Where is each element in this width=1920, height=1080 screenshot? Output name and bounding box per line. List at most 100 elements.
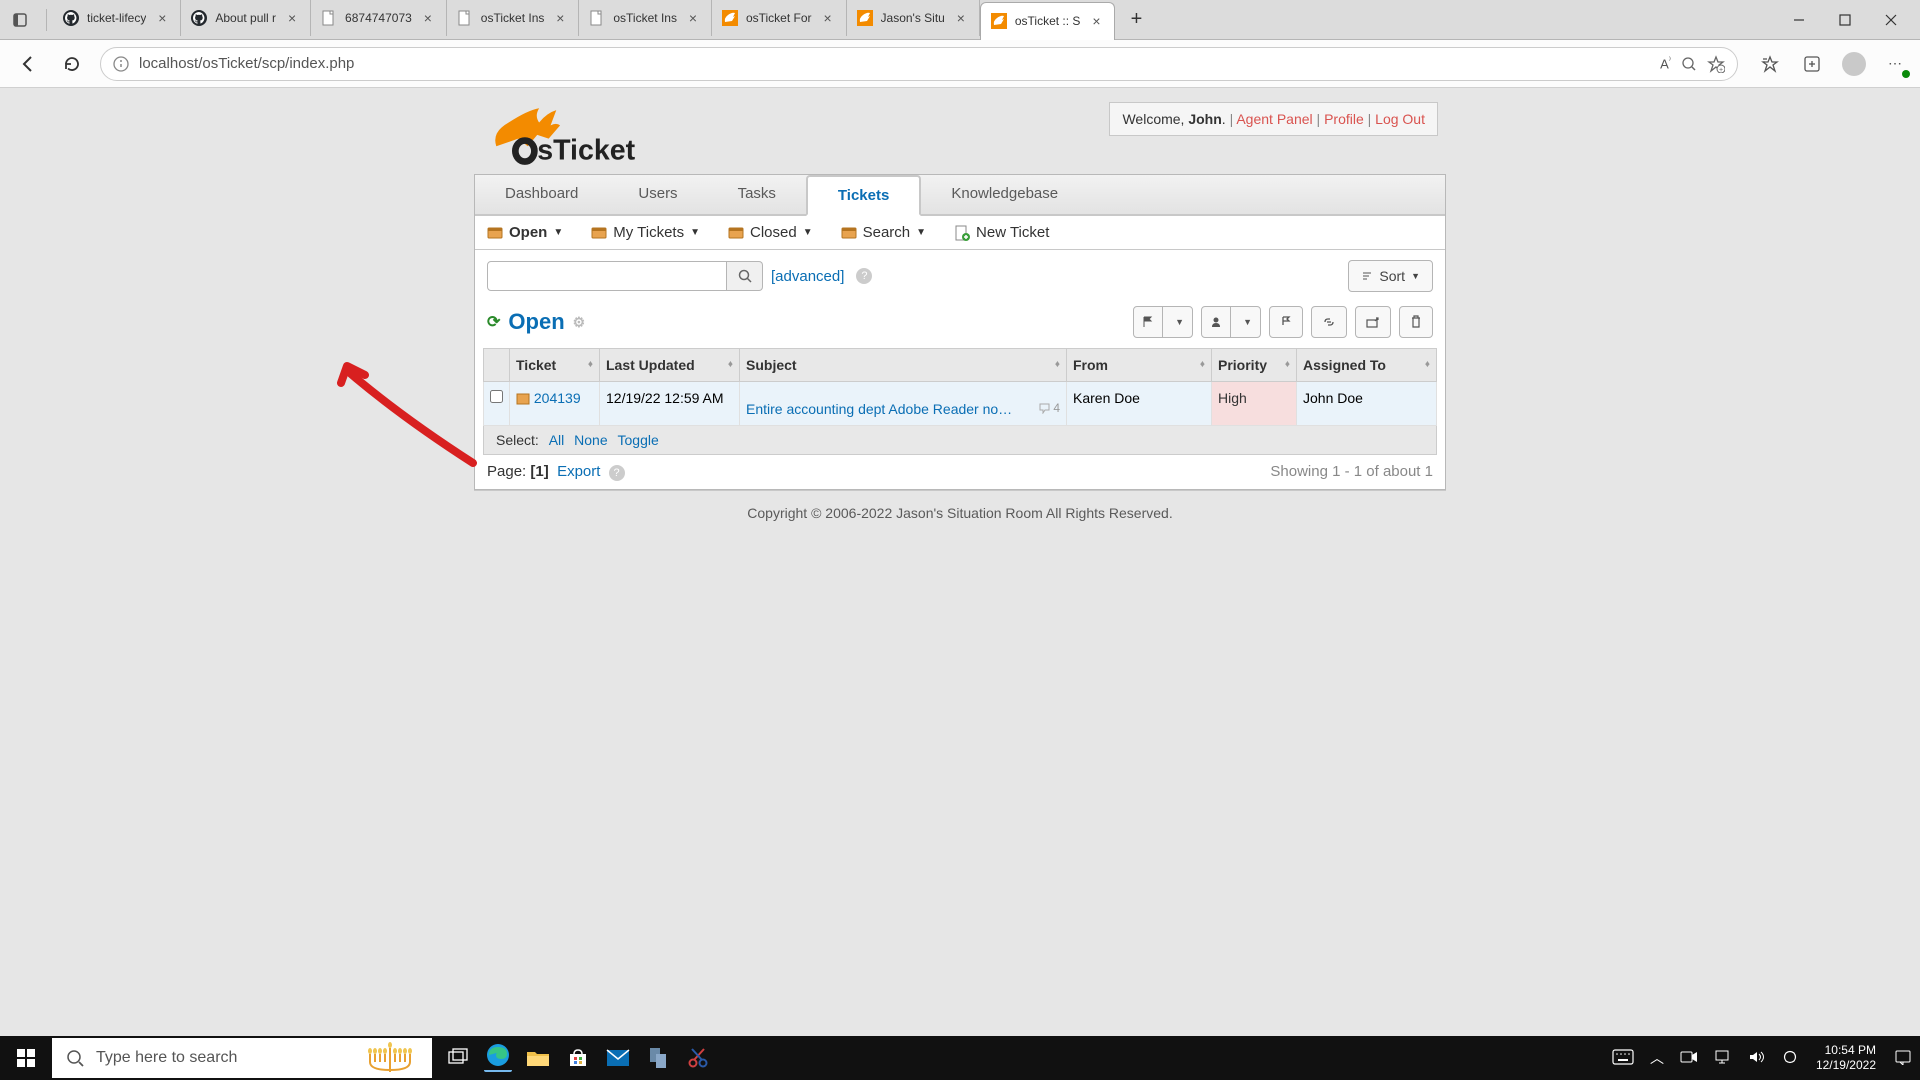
tab-close-button[interactable]: ×	[154, 10, 170, 26]
agent-panel-link[interactable]: Agent Panel	[1236, 111, 1312, 127]
explorer-app-icon[interactable]	[524, 1044, 552, 1072]
browser-tab[interactable]: osTicket Ins×	[447, 0, 580, 36]
help-icon[interactable]: ?	[609, 465, 625, 481]
meet-now-icon[interactable]	[1672, 1050, 1706, 1067]
tab-close-button[interactable]: ×	[1088, 13, 1104, 29]
profile-link[interactable]: Profile	[1324, 111, 1364, 127]
subtab-newticket[interactable]: New Ticket	[954, 224, 1049, 241]
site-info-icon[interactable]	[113, 56, 129, 72]
table-row[interactable]: 204139 12/19/22 12:59 AM 4 Entire accoun…	[484, 382, 1437, 426]
gear-icon[interactable]: ⚙	[573, 314, 586, 331]
ticket-subject-link[interactable]: Entire accounting dept Adobe Reader no…	[746, 401, 1012, 417]
ticket-search-input[interactable]	[487, 261, 727, 291]
tab-close-button[interactable]: ×	[953, 10, 969, 26]
browser-tab[interactable]: osTicket For×	[712, 0, 847, 36]
main-tab-users[interactable]: Users	[608, 175, 707, 214]
volume-icon[interactable]	[1740, 1049, 1774, 1068]
main-tab-knowledgebase[interactable]: Knowledgebase	[921, 175, 1088, 214]
tab-actions-icon[interactable]	[6, 6, 34, 34]
browser-tab[interactable]: 6874747073×	[311, 0, 447, 36]
subtab-closed[interactable]: Closed ▼	[728, 224, 813, 241]
subtab-mytickets[interactable]: My Tickets ▼	[591, 224, 700, 241]
merge-button[interactable]	[1311, 306, 1347, 338]
read-aloud-icon[interactable]: A⁾	[1660, 55, 1671, 71]
transfer-button[interactable]	[1269, 306, 1303, 338]
mail-app-icon[interactable]	[604, 1044, 632, 1072]
help-icon[interactable]: ?	[856, 268, 872, 284]
browser-toolbar: localhost/osTicket/scp/index.php A⁾ + ⋯	[0, 40, 1920, 88]
app-icon[interactable]	[644, 1044, 672, 1072]
browser-back-button[interactable]	[12, 48, 44, 80]
caret-down-icon: ▼	[916, 227, 926, 238]
select-none-link[interactable]: None	[574, 432, 607, 448]
browser-menu-button[interactable]: ⋯	[1884, 52, 1908, 76]
refresh-icon[interactable]: ⟳	[487, 312, 500, 332]
assign-button[interactable]: ▼	[1201, 306, 1261, 338]
welcome-name: John	[1188, 111, 1221, 127]
transfer-icon	[1280, 315, 1292, 329]
tab-close-button[interactable]: ×	[685, 10, 701, 26]
network-icon[interactable]	[1706, 1049, 1740, 1068]
advanced-search-link[interactable]: [advanced]	[771, 268, 844, 285]
row-checkbox[interactable]	[490, 390, 503, 403]
tab-close-button[interactable]: ×	[552, 10, 568, 26]
window-minimize-button[interactable]	[1776, 4, 1822, 36]
favorites-icon[interactable]	[1758, 52, 1782, 76]
profile-button[interactable]	[1842, 52, 1866, 76]
cell-assigned: John Doe	[1297, 382, 1437, 426]
taskbar-clock[interactable]: 10:54 PM 12/19/2022	[1806, 1043, 1886, 1073]
favorite-star-icon[interactable]: +	[1707, 55, 1725, 73]
search-icon	[738, 269, 752, 283]
browser-tab[interactable]: Jason's Situ×	[847, 0, 980, 36]
browser-tab[interactable]: About pull r×	[181, 0, 311, 36]
browser-tabbar: ticket-lifecy×About pull r×6874747073×os…	[0, 0, 1920, 40]
main-tab-tasks[interactable]: Tasks	[708, 175, 806, 214]
taskbar-search[interactable]: Type here to search	[52, 1038, 432, 1078]
ticket-number-link[interactable]: 204139	[534, 390, 581, 406]
main-tab-dashboard[interactable]: Dashboard	[475, 175, 608, 214]
trash-icon	[1410, 315, 1422, 329]
start-button[interactable]	[0, 1036, 52, 1080]
tray-app-icon[interactable]	[1774, 1049, 1806, 1068]
input-indicator-icon[interactable]	[1604, 1049, 1642, 1068]
taskview-button[interactable]	[444, 1044, 472, 1072]
select-toggle-link[interactable]: Toggle	[618, 432, 659, 448]
export-button[interactable]	[1355, 306, 1391, 338]
tab-title: osTicket :: S	[1015, 14, 1081, 28]
address-bar[interactable]: localhost/osTicket/scp/index.php A⁾ +	[100, 47, 1738, 81]
flag-button[interactable]: ▼	[1133, 306, 1193, 338]
main-tab-tickets[interactable]: Tickets	[806, 175, 921, 216]
delete-button[interactable]	[1399, 306, 1433, 338]
ticket-search-button[interactable]	[727, 261, 763, 291]
welcome-prefix: Welcome,	[1122, 111, 1188, 127]
subtab-search[interactable]: Search ▼	[841, 224, 926, 241]
store-app-icon[interactable]	[564, 1044, 592, 1072]
browser-tab[interactable]: ticket-lifecy×	[53, 0, 181, 36]
browser-tab[interactable]: osTicket Ins×	[579, 0, 712, 36]
snip-app-icon[interactable]	[684, 1044, 712, 1072]
browser-tab[interactable]: osTicket :: S ×	[980, 2, 1116, 40]
zoom-icon[interactable]	[1681, 56, 1697, 72]
caret-down-icon: ▼	[1411, 271, 1420, 281]
tab-close-button[interactable]: ×	[284, 10, 300, 26]
caret-down-icon: ▼	[553, 227, 563, 238]
tray-chevron-icon[interactable]: ︿	[1642, 1048, 1672, 1068]
select-all-link[interactable]: All	[549, 432, 565, 448]
new-tab-button[interactable]: +	[1121, 5, 1151, 35]
collections-icon[interactable]	[1800, 52, 1824, 76]
tab-close-button[interactable]: ×	[420, 10, 436, 26]
sort-button[interactable]: Sort ▼	[1348, 260, 1433, 292]
window-maximize-button[interactable]	[1822, 4, 1868, 36]
edge-app-icon[interactable]	[484, 1044, 512, 1072]
tab-close-button[interactable]: ×	[820, 10, 836, 26]
subtab-open[interactable]: Open ▼	[487, 224, 563, 241]
queue-title: ⟳ Open ⚙	[487, 309, 585, 335]
export-link[interactable]: Export	[557, 463, 600, 480]
logout-link[interactable]: Log Out	[1375, 111, 1425, 127]
flag-icon	[1142, 316, 1154, 328]
osticket-logo[interactable]: sTicket	[482, 98, 682, 166]
window-close-button[interactable]	[1868, 4, 1914, 36]
browser-refresh-button[interactable]	[56, 48, 88, 80]
notifications-icon[interactable]	[1886, 1049, 1920, 1068]
sub-nav-tabs: Open ▼ My Tickets ▼ Closed ▼ Search ▼	[475, 216, 1445, 250]
